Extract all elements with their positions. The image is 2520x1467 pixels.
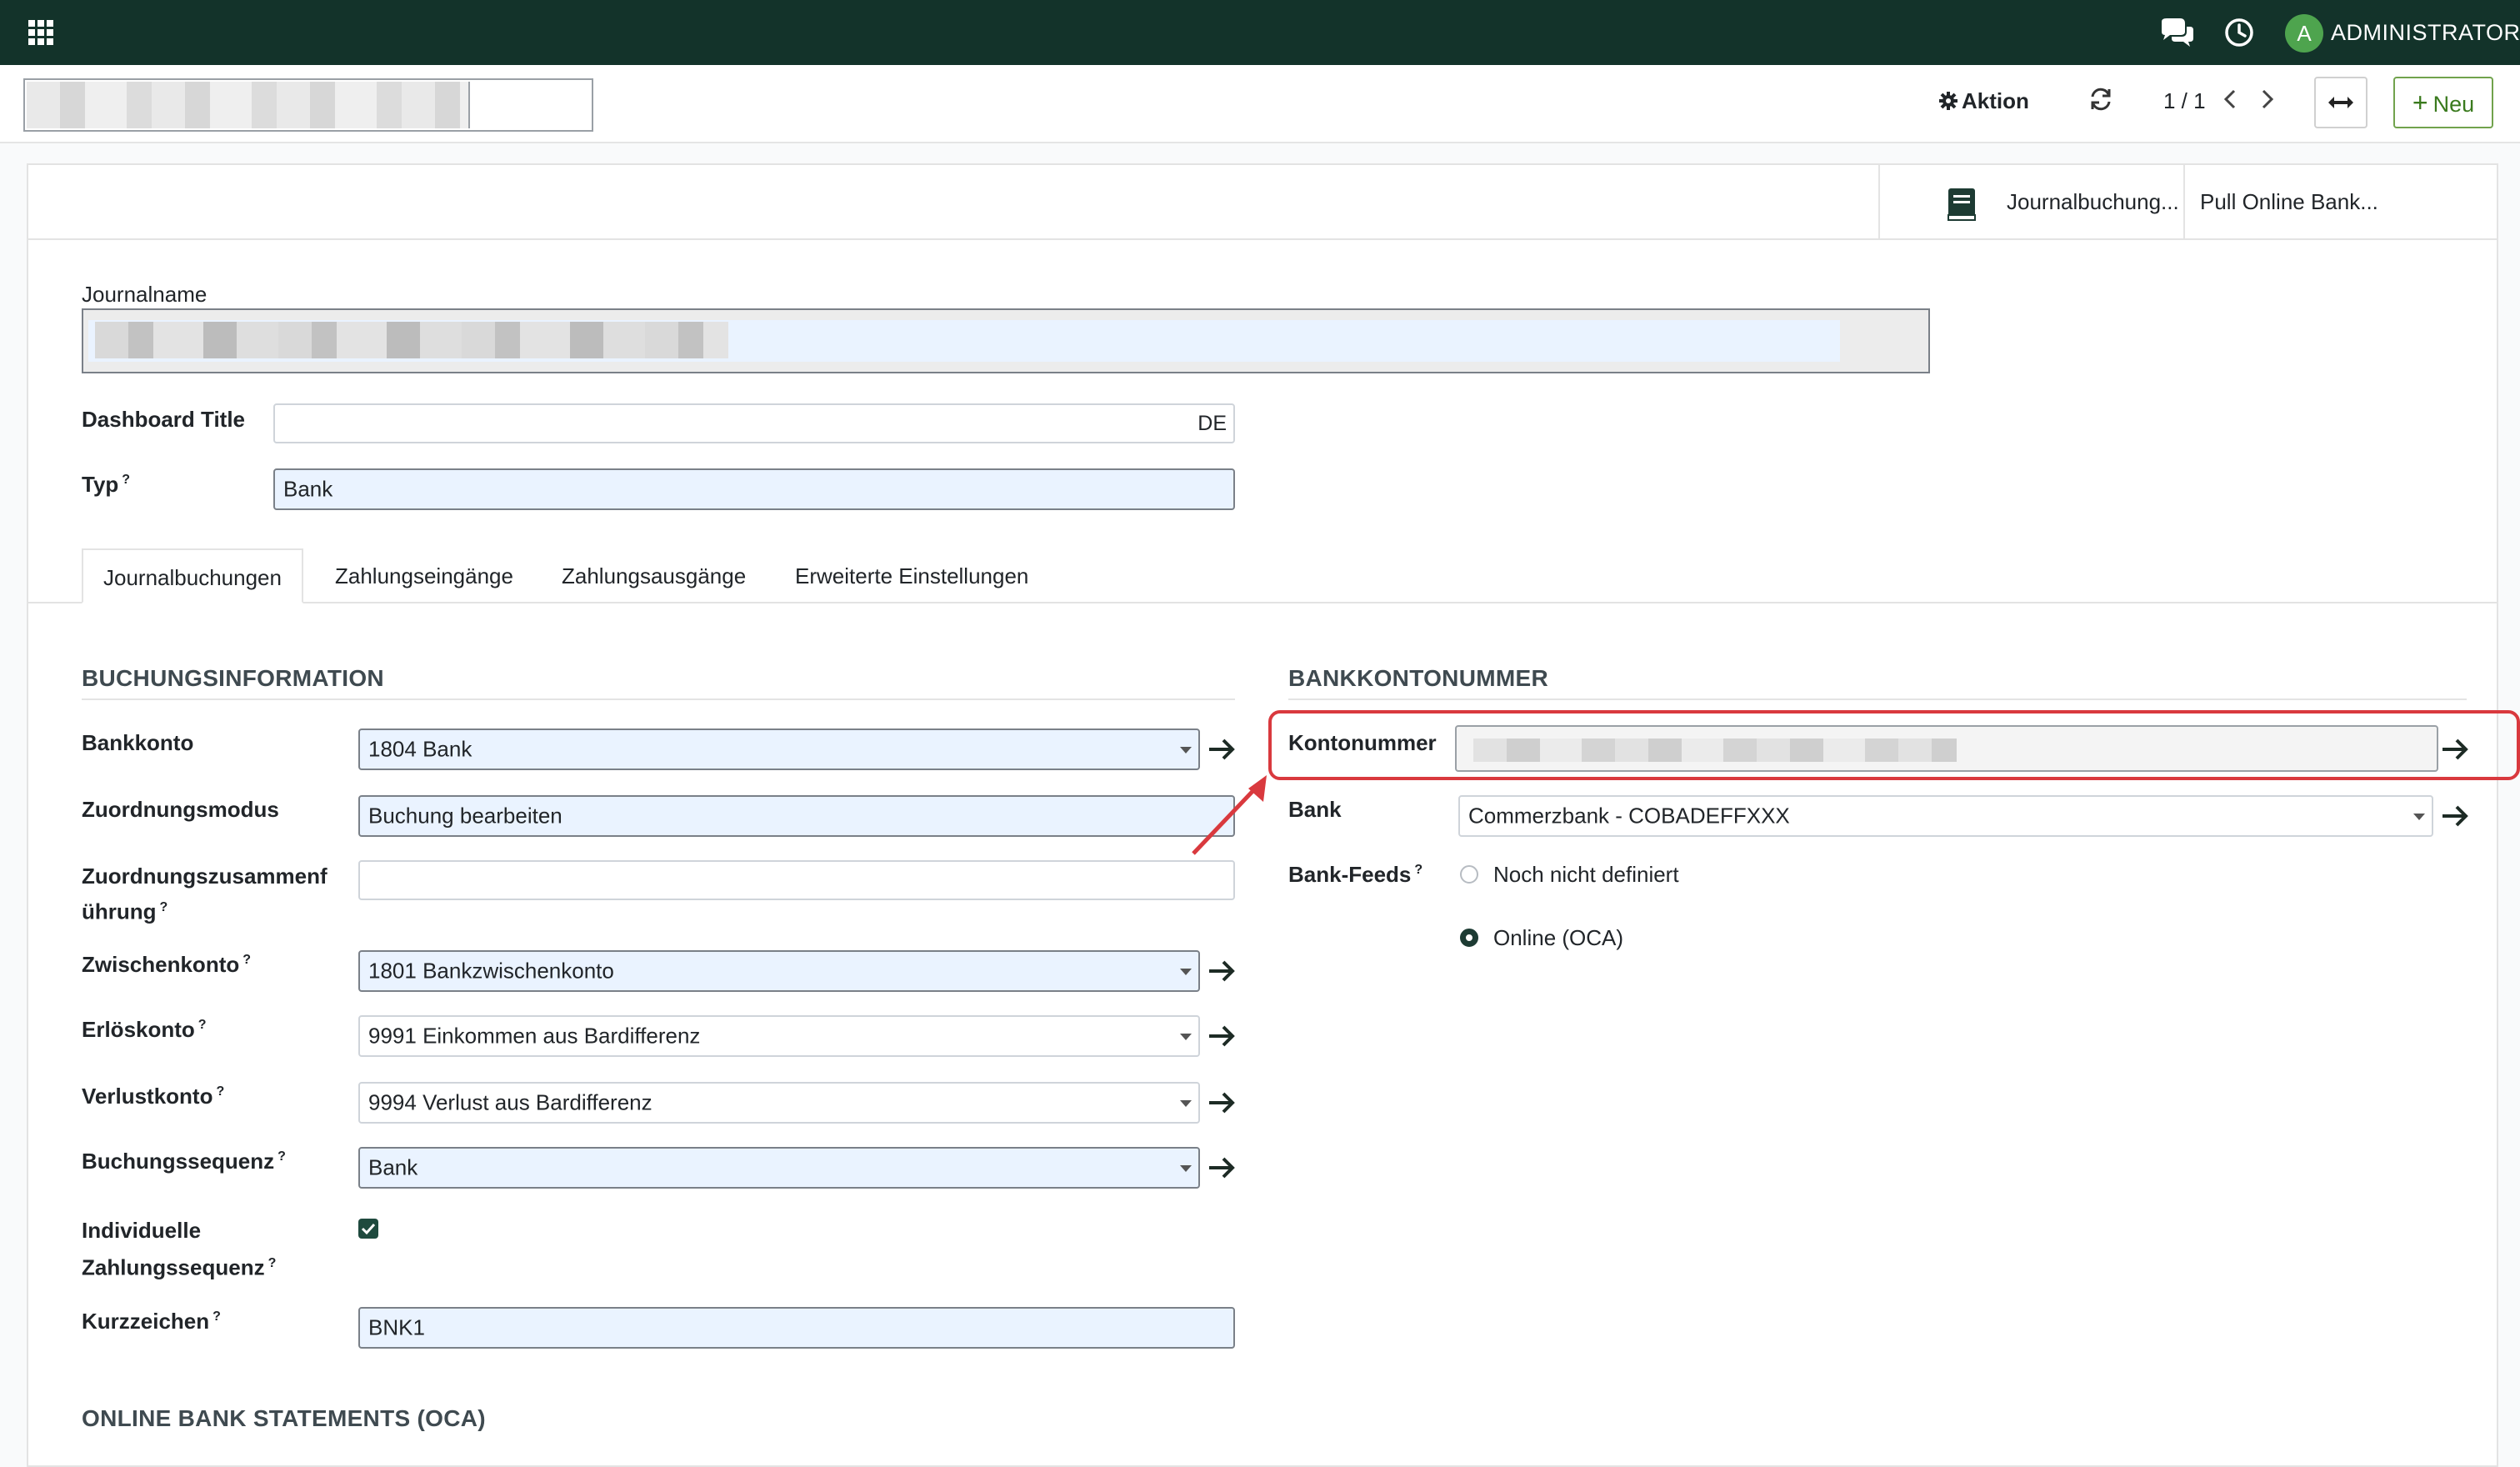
action-label: Aktion: [1962, 88, 2029, 113]
dashboard-title-label: Dashboard Title: [82, 407, 246, 432]
tab-journal-entries[interactable]: Journalbuchungen: [82, 548, 303, 603]
refresh-icon[interactable]: [2088, 86, 2114, 113]
short-code-label: Kurzzeichen?: [82, 1309, 221, 1334]
plus-icon: +: [2412, 88, 2428, 118]
external-link-arrow-icon[interactable]: [1207, 957, 1237, 985]
external-link-arrow-icon[interactable]: [1207, 1089, 1237, 1117]
checkmark-icon: [361, 1223, 376, 1235]
dropdown-caret-icon: [1180, 747, 1192, 754]
action-menu-button[interactable]: Aktion: [1938, 88, 2029, 114]
tab-outgoing-payments[interactable]: Zahlungsausgänge: [562, 548, 746, 602]
external-link-arrow-icon[interactable]: [2440, 802, 2470, 830]
breadcrumb[interactable]: [23, 78, 593, 132]
clock-icon[interactable]: [2223, 17, 2255, 48]
top-navbar: A ADMINISTRATOR: [0, 0, 2520, 65]
dropdown-caret-icon: [1180, 1034, 1192, 1040]
gear-icon: [1939, 92, 1958, 110]
pager-value[interactable]: 1 / 1: [2163, 88, 2206, 114]
journal-name-field[interactable]: [82, 308, 1930, 373]
type-select[interactable]: Bank: [273, 468, 1235, 510]
dropdown-caret-icon: [1180, 969, 1192, 975]
redacted-journal-name: [95, 322, 728, 358]
type-label: Typ?: [82, 472, 131, 497]
profit-account-label: Erlöskonto?: [82, 1017, 207, 1042]
loss-account-label: Verlustkonto?: [82, 1084, 225, 1109]
journal-name-label: Journalname: [82, 282, 208, 307]
smart-button-box: Journalbuchung... Pull Online Bank...: [28, 165, 2497, 240]
external-link-arrow-icon[interactable]: [1207, 1022, 1237, 1050]
feeds-option-undefined-label[interactable]: Noch nicht definiert: [1493, 862, 1679, 888]
matching-mode-label: Zuordnungsmodus: [82, 797, 279, 822]
payment-sequence-checkbox[interactable]: [358, 1219, 378, 1239]
bank-select[interactable]: Commerzbank - COBADEFFXXX: [1458, 795, 2433, 837]
bank-account-label: Bankkonto: [82, 730, 194, 755]
new-button[interactable]: + Neu: [2393, 77, 2493, 128]
feeds-option-undefined-radio[interactable]: [1460, 865, 1478, 884]
bank-label: Bank: [1288, 797, 1342, 822]
external-link-arrow-icon[interactable]: [1207, 1154, 1237, 1182]
dropdown-caret-icon: [1180, 1165, 1192, 1172]
arrows-horizontal-icon: [2328, 97, 2353, 108]
payment-sequence-label: Individuelle Zahlungssequenz?: [82, 1218, 277, 1280]
matching-mode-select[interactable]: Buchung bearbeiten: [358, 795, 1235, 837]
bank-account-select[interactable]: 1804 Bank: [358, 728, 1200, 770]
entry-sequence-label: Buchungssequenz?: [82, 1149, 286, 1174]
tab-advanced-settings[interactable]: Erweiterte Einstellungen: [795, 548, 1028, 602]
user-name[interactable]: ADMINISTRATOR: [2331, 20, 2520, 46]
annotation-highlight-box: [1268, 710, 2520, 780]
external-link-arrow-icon[interactable]: [1207, 735, 1237, 764]
suspense-account-select[interactable]: 1801 Bankzwischenkonto: [358, 950, 1200, 992]
language-button[interactable]: DE: [1198, 412, 1227, 436]
expand-width-button[interactable]: [2314, 77, 2368, 128]
short-code-input[interactable]: BNK1: [358, 1307, 1235, 1349]
tab-incoming-payments[interactable]: Zahlungseingänge: [335, 548, 513, 602]
redacted-breadcrumb: [27, 82, 470, 128]
section-title-bank-account-number: BANKKONTONUMMER: [1288, 665, 1548, 691]
matching-merge-label: Zuordnungszusammenf ührung?: [82, 864, 328, 924]
chevron-left-icon[interactable]: [2221, 86, 2239, 113]
chat-bubbles-icon[interactable]: [2158, 17, 2195, 48]
pull-online-bank-smart-button[interactable]: Pull Online Bank...: [2183, 165, 2460, 238]
annotation-arrow-icon: [1192, 775, 1267, 855]
chevron-right-icon[interactable]: [2258, 86, 2277, 113]
entry-sequence-select[interactable]: Bank: [358, 1147, 1200, 1189]
section-title-online-statements: ONLINE BANK STATEMENTS (OCA): [82, 1405, 486, 1431]
dropdown-caret-icon: [2413, 814, 2425, 820]
matching-merge-input[interactable]: [358, 860, 1235, 900]
book-icon: [1948, 188, 1976, 221]
feeds-option-online-label[interactable]: Online (OCA): [1493, 925, 1623, 951]
grid-icon[interactable]: [28, 20, 53, 45]
journal-entries-smart-button[interactable]: Journalbuchung...: [1878, 165, 2185, 238]
bank-feeds-label: Bank-Feeds?: [1288, 862, 1423, 887]
section-title-booking-info: BUCHUNGSINFORMATION: [82, 665, 384, 691]
loss-account-select[interactable]: 9994 Verlust aus Bardifferenz: [358, 1082, 1200, 1124]
control-panel: Aktion 1 / 1 + Neu: [0, 65, 2520, 143]
avatar[interactable]: A: [2285, 14, 2323, 53]
notebook-tabs: Journalbuchungen Zahlungseingänge Zahlun…: [28, 548, 2497, 603]
feeds-option-online-radio[interactable]: [1460, 929, 1478, 947]
dashboard-title-input[interactable]: DE: [273, 403, 1235, 443]
dropdown-caret-icon: [1180, 1100, 1192, 1107]
suspense-account-label: Zwischenkonto?: [82, 952, 252, 977]
profit-account-select[interactable]: 9991 Einkommen aus Bardifferenz: [358, 1015, 1200, 1057]
